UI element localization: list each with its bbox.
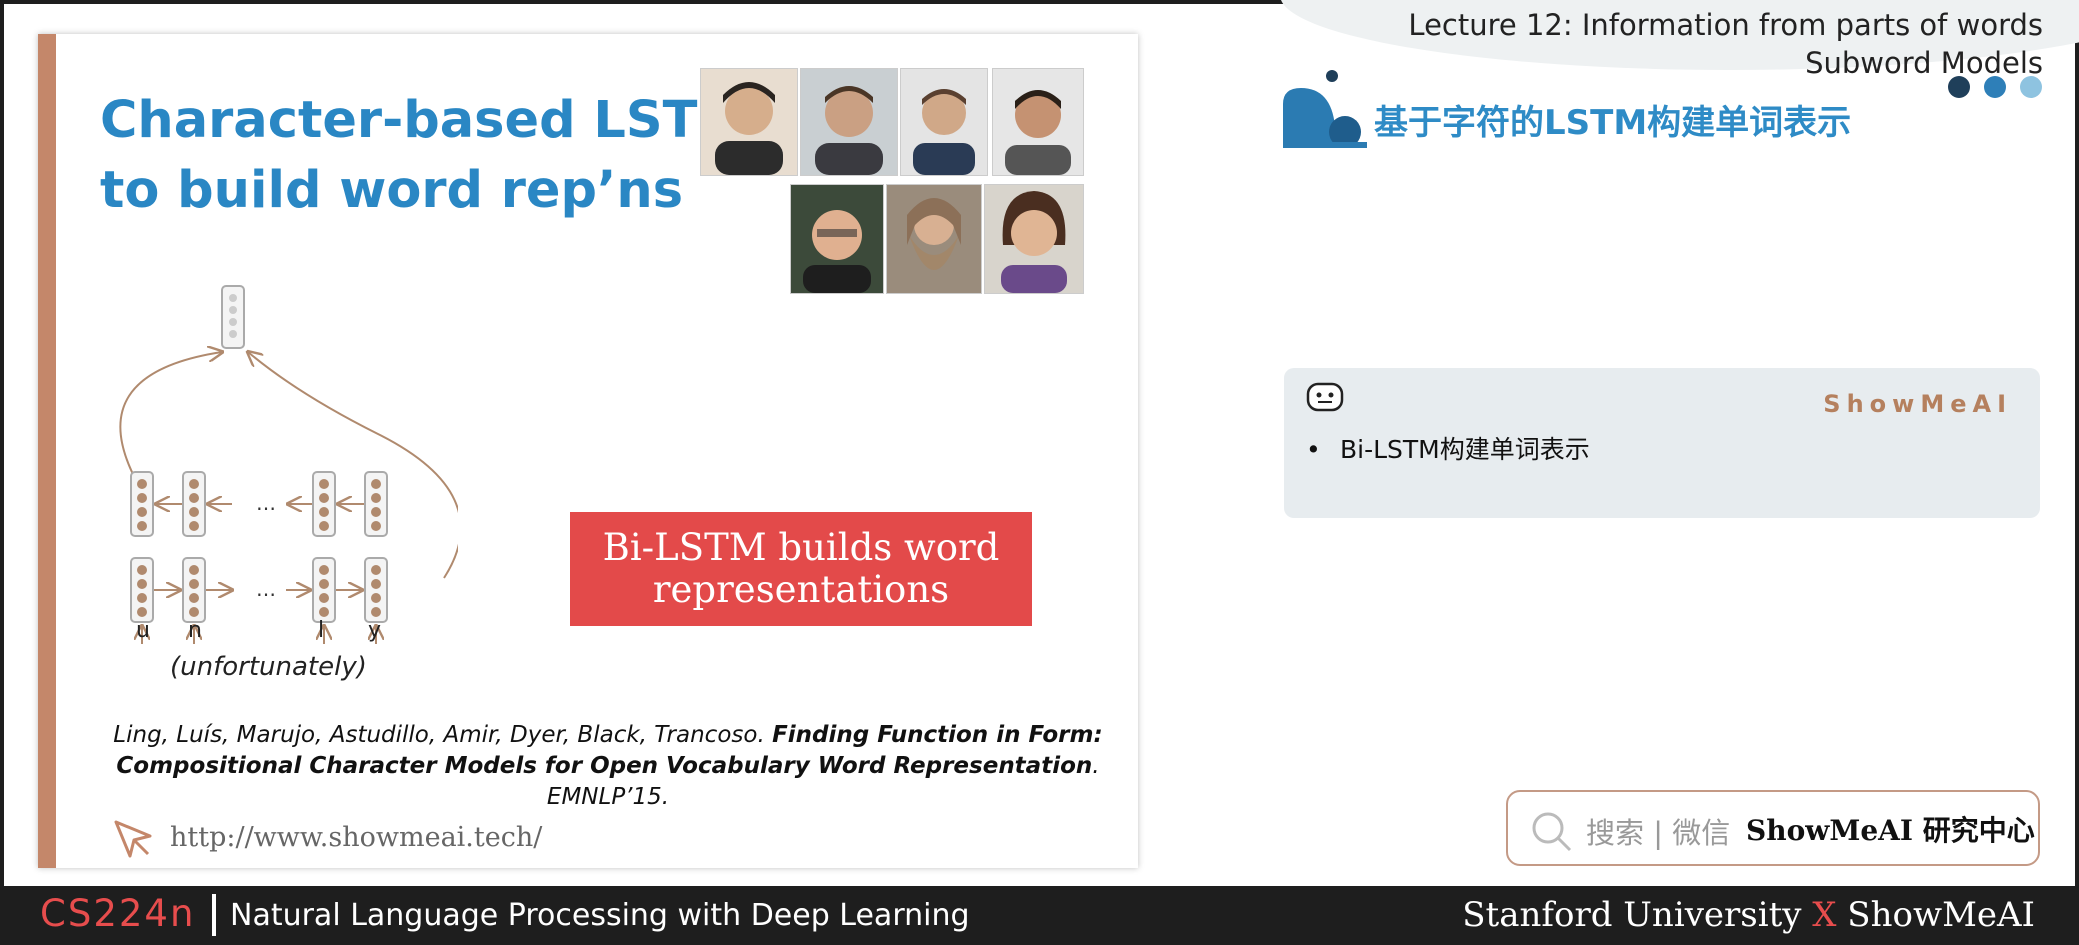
robot-icon	[1306, 382, 1344, 412]
bullet: •	[1306, 435, 1321, 464]
lecture-title-line2: Subword Models	[1805, 46, 2043, 80]
dot-mid	[1984, 76, 2006, 98]
slide: Character-based LSTM to build word rep’n…	[38, 34, 1138, 868]
note-card: ShowMeAI • Bi-LSTM构建单词表示	[1284, 368, 2040, 518]
search-brand: ShowMeAI 研究中心	[1746, 814, 2035, 847]
input-letter-y: y	[368, 618, 382, 643]
author-photo-6	[886, 184, 982, 294]
citation: Ling, Luís, Marujo, Astudillo, Amir, Dye…	[78, 720, 1138, 813]
callout-line1: Bi-LSTM builds word	[602, 526, 1000, 569]
slide-url-link[interactable]: http://www.showmeai.tech/	[170, 822, 542, 853]
note-item-text: Bi-LSTM构建单词表示	[1340, 435, 1590, 464]
slide-title-line1: Character-based LSTM	[100, 91, 749, 150]
footer-credit-x: X	[1812, 895, 1837, 935]
note-list-item: • Bi-LSTM构建单词表示	[1306, 430, 1590, 466]
footer-credit: Stanford University X ShowMeAI	[1462, 895, 2035, 935]
note-brand: ShowMeAI	[1823, 390, 2012, 418]
cursor-icon	[114, 820, 152, 858]
section-shape-icon	[1283, 88, 1367, 148]
forward-lstm-row: …	[130, 557, 388, 623]
backward-lstm-row: …	[130, 471, 388, 537]
footer-credit-showmeai: ShowMeAI	[1836, 895, 2035, 935]
author-photo-4	[992, 68, 1084, 176]
callout-line2: representations	[652, 568, 950, 611]
lecture-title: Lecture 12: Information from parts of wo…	[1408, 6, 2043, 82]
slide-accent-bar	[38, 34, 56, 868]
footer-credit-stanford: Stanford University	[1462, 895, 1813, 935]
author-photo-7	[984, 184, 1084, 294]
author-photo-1	[700, 68, 798, 176]
footer-course-title: Natural Language Processing with Deep Le…	[230, 898, 970, 933]
footer-bar: CS224n Natural Language Processing with …	[0, 886, 2079, 945]
callout-box: Bi-LSTM builds word representations	[570, 512, 1032, 626]
bilstm-diagram: … …	[119, 285, 458, 644]
dot-dark	[1948, 76, 1970, 98]
citation-title2: Compositional Character Models for Open …	[116, 753, 1093, 779]
author-photo-3	[900, 68, 988, 176]
search-label: 搜索 | 微信	[1586, 816, 1731, 850]
input-letter-l: l	[318, 618, 325, 643]
ellipsis-bottom: …	[256, 577, 276, 601]
example-word: (unfortunately)	[170, 652, 367, 682]
citation-title1: Finding Function in Form:	[772, 722, 1103, 748]
search-icon	[1532, 812, 1572, 852]
section-heading: 基于字符的LSTM构建单词表示	[1374, 103, 1852, 143]
small-dot-decoration	[1326, 70, 1338, 82]
footer-separator	[212, 894, 216, 936]
lecture-title-line1: Lecture 12: Information from parts of wo…	[1408, 8, 2043, 42]
input-letter-u: u	[136, 618, 150, 643]
slide-title-line2: to build word rep’ns	[100, 161, 684, 220]
ellipsis-top: …	[256, 491, 276, 515]
author-photo-5	[790, 184, 884, 294]
slide-title: Character-based LSTM to build word rep’n…	[100, 86, 748, 226]
search-box[interactable]: 搜索 | 微信 ShowMeAI 研究中心	[1506, 790, 2040, 866]
footer-course-code: CS224n	[40, 892, 196, 935]
author-photo-2	[800, 68, 898, 176]
citation-authors: Ling, Luís, Marujo, Astudillo, Amir, Dye…	[113, 722, 773, 748]
dot-light	[2020, 76, 2042, 98]
input-letter-n: n	[188, 618, 202, 643]
